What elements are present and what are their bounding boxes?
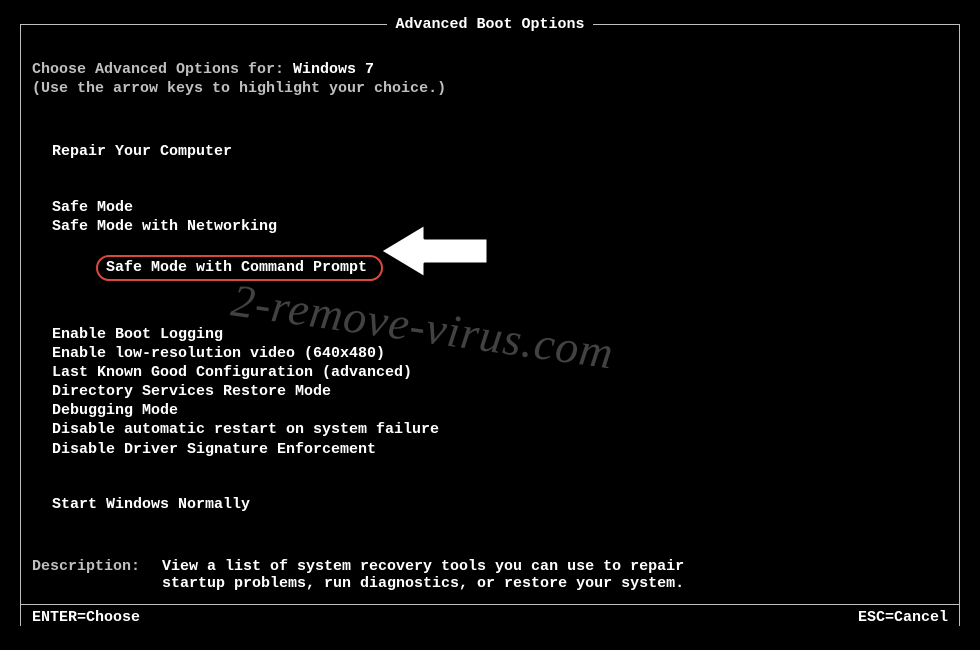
screen-title: Advanced Boot Options: [387, 16, 592, 33]
hint-esc: ESC=Cancel: [858, 609, 948, 626]
choose-prefix: Choose Advanced Options for:: [32, 61, 293, 78]
hint-line: (Use the arrow keys to highlight your ch…: [32, 79, 948, 98]
hint-enter: ENTER=Choose: [32, 609, 140, 626]
option-disable-auto-restart[interactable]: Disable automatic restart on system fail…: [32, 420, 948, 439]
option-repair-computer[interactable]: Repair Your Computer: [32, 142, 948, 161]
description-block: Description: View a list of system recov…: [32, 558, 948, 592]
option-last-known-good[interactable]: Last Known Good Configuration (advanced): [32, 363, 948, 382]
option-enable-boot-logging[interactable]: Enable Boot Logging: [32, 325, 948, 344]
option-safe-mode-command-prompt[interactable]: Safe Mode with Command Prompt: [96, 255, 383, 281]
choose-line: Choose Advanced Options for: Windows 7: [32, 60, 948, 79]
option-debugging-mode[interactable]: Debugging Mode: [32, 401, 948, 420]
content-area: Choose Advanced Options for: Windows 7 (…: [32, 60, 948, 592]
option-start-normally[interactable]: Start Windows Normally: [32, 495, 948, 514]
option-ds-restore-mode[interactable]: Directory Services Restore Mode: [32, 382, 948, 401]
description-label: Description:: [32, 558, 162, 592]
title-bar: Advanced Boot Options: [0, 16, 980, 33]
option-disable-driver-sig[interactable]: Disable Driver Signature Enforcement: [32, 440, 948, 459]
os-name: Windows 7: [293, 61, 374, 78]
option-safe-mode[interactable]: Safe Mode: [32, 198, 948, 217]
option-safe-mode-networking[interactable]: Safe Mode with Networking: [32, 217, 948, 236]
description-body: View a list of system recovery tools you…: [162, 558, 722, 592]
option-safe-mode-cmd-row[interactable]: Safe Mode with Command Prompt: [32, 236, 948, 301]
footer-bar: ENTER=Choose ESC=Cancel: [20, 604, 960, 626]
option-low-res-video[interactable]: Enable low-resolution video (640x480): [32, 344, 948, 363]
